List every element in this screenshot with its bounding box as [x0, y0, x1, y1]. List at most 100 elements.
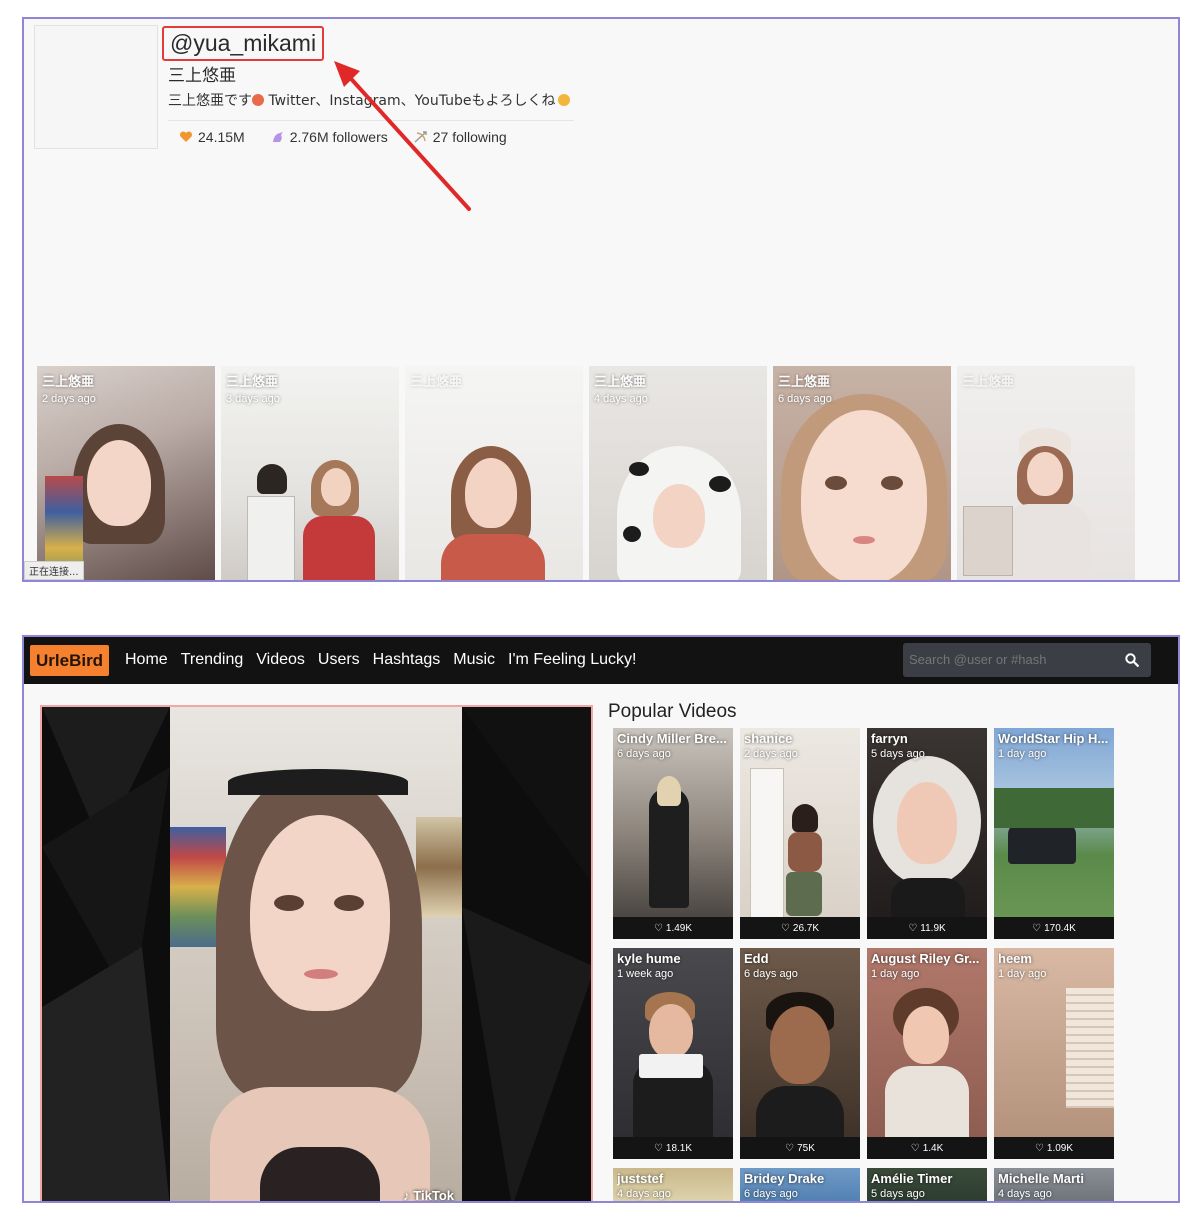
- nav-link-music[interactable]: Music: [453, 651, 495, 669]
- likes-count: 170.4K: [1044, 922, 1076, 934]
- likes-count: 75K: [797, 1142, 815, 1154]
- video-time: 6 days ago: [778, 393, 832, 405]
- likes-bar: ♡ 170.4K: [994, 917, 1114, 939]
- heart-icon: [179, 131, 193, 142]
- likes-bar: ♡ 26.7K: [740, 917, 860, 939]
- likes-count: 11.9K: [920, 922, 946, 934]
- video-time: 3 days ago: [226, 393, 280, 405]
- urlebird-screenshot: UrleBird Home Trending Videos Users Hash…: [22, 635, 1180, 1203]
- heart-outline-icon: ♡: [908, 922, 918, 934]
- video-card[interactable]: Bridey Drake 6 days ago: [740, 1168, 860, 1201]
- heart-outline-icon: ♡: [910, 1142, 920, 1154]
- profile-video-card[interactable]: 三上悠亜: [957, 366, 1135, 580]
- nav-link-feeling-lucky[interactable]: I'm Feeling Lucky!: [508, 651, 636, 669]
- video-frame: ♪ TikTok: [170, 707, 462, 1203]
- video-author: Bridey Drake: [744, 1171, 825, 1186]
- video-author: farryn: [871, 731, 908, 746]
- tiktok-watermark: ♪ TikTok: [403, 1188, 454, 1203]
- video-author: heem: [998, 951, 1032, 966]
- nav-link-users[interactable]: Users: [318, 651, 360, 669]
- popular-videos-grid: Cindy Miller Bre... 6 days ago ♡ 1.49K sh…: [613, 728, 1114, 1201]
- video-author: Amélie Timer: [871, 1171, 953, 1186]
- nav-link-videos[interactable]: Videos: [256, 651, 305, 669]
- video-author: 三上悠亜: [778, 375, 831, 390]
- heart-outline-icon: ♡: [780, 922, 790, 934]
- video-author: kyle hume: [617, 951, 681, 966]
- video-time: 1 day ago: [871, 968, 920, 980]
- browser-status-bar: 正在连接...: [24, 561, 84, 580]
- profile-video-card[interactable]: 三上悠亜: [405, 366, 583, 580]
- popular-videos-heading: Popular Videos: [608, 701, 737, 722]
- video-card[interactable]: Amélie Timer 5 days ago: [867, 1168, 987, 1201]
- annotation-arrow: [334, 61, 471, 211]
- likes-count: 24.15M: [198, 129, 245, 145]
- video-time: 6 days ago: [744, 1188, 798, 1200]
- likes-count: 18.1K: [665, 1142, 693, 1154]
- nav-link-home[interactable]: Home: [125, 651, 168, 669]
- likes-count: 1.09K: [1046, 1142, 1074, 1154]
- video-time: 6 days ago: [744, 968, 798, 980]
- video-card[interactable]: juststef 4 days ago: [613, 1168, 733, 1201]
- video-author: 三上悠亜: [42, 375, 95, 390]
- video-time: 4 days ago: [617, 1188, 671, 1200]
- video-author: 三上悠亜: [226, 375, 279, 390]
- nav-link-hashtags[interactable]: Hashtags: [373, 651, 441, 669]
- likes-bar: ♡ 18.1K: [613, 1137, 733, 1159]
- likes-count: 1.49K: [665, 922, 693, 934]
- video-author: 三上悠亜: [594, 375, 647, 390]
- likes-bar: ♡ 1.4K: [867, 1137, 987, 1159]
- video-time: 1 day ago: [998, 968, 1047, 980]
- profile-video-card[interactable]: 三上悠亜 2 days ago: [37, 366, 215, 580]
- video-time: 2 days ago: [744, 748, 798, 760]
- video-card[interactable]: Edd 6 days ago ♡ 75K: [740, 948, 860, 1159]
- profile-video-card[interactable]: 三上悠亜 4 days ago: [589, 366, 767, 580]
- watermark-text: TikTok: [413, 1188, 454, 1203]
- site-logo[interactable]: UrleBird: [30, 645, 110, 676]
- video-time: 4 days ago: [998, 1188, 1052, 1200]
- profile-video-card[interactable]: 三上悠亜 3 days ago: [221, 366, 399, 580]
- search-icon[interactable]: [1125, 653, 1139, 667]
- top-navbar: UrleBird Home Trending Videos Users Hash…: [24, 637, 1178, 684]
- video-card[interactable]: shanice 2 days ago ♡ 26.7K: [740, 728, 860, 939]
- likes-bar: ♡ 11.9K: [867, 917, 987, 939]
- video-card[interactable]: August Riley Gr... 1 day ago ♡ 1.4K: [867, 948, 987, 1159]
- video-time: 4 days ago: [594, 393, 648, 405]
- nav-link-trending[interactable]: Trending: [181, 651, 244, 669]
- cat-emoji-icon: [557, 94, 570, 106]
- video-author: shanice: [744, 731, 793, 746]
- heart-outline-icon: ♡: [1034, 1142, 1044, 1154]
- video-time: 5 days ago: [871, 1188, 925, 1200]
- heart-outline-icon: ♡: [653, 1142, 663, 1154]
- profile-video-row: 三上悠亜 2 days ago 三上悠亜 3 days ago 三上悠亜 三上悠…: [37, 366, 1135, 580]
- likes-bar: ♡ 1.49K: [613, 917, 733, 939]
- nav-links: Home Trending Videos Users Hashtags Musi…: [125, 651, 636, 669]
- video-time: 1 day ago: [998, 748, 1047, 760]
- username-highlight-box: @yua_mikami: [162, 26, 325, 61]
- likes-count: 26.7K: [792, 922, 820, 934]
- likes-stat: 24.15M: [179, 129, 245, 145]
- peach-emoji-icon: [252, 94, 264, 106]
- likes-bar: ♡ 1.09K: [994, 1137, 1114, 1159]
- video-author: 三上悠亜: [410, 375, 463, 390]
- bio-text-1: 三上悠亜です: [168, 93, 252, 109]
- profile-screenshot: @yua_mikami 三上悠亜 三上悠亜です Twitter、Instagra…: [22, 17, 1180, 582]
- avatar[interactable]: [34, 25, 158, 149]
- video-player[interactable]: ♪ TikTok: [40, 705, 593, 1203]
- video-author: juststef: [617, 1171, 664, 1186]
- video-card[interactable]: farryn 5 days ago ♡ 11.9K: [867, 728, 987, 939]
- video-card[interactable]: Cindy Miller Bre... 6 days ago ♡ 1.49K: [613, 728, 733, 939]
- likes-count: 1.4K: [922, 1142, 944, 1154]
- video-card[interactable]: kyle hume 1 week ago ♡ 18.1K: [613, 948, 733, 1159]
- video-time: 6 days ago: [617, 748, 671, 760]
- heart-outline-icon: ♡: [653, 922, 663, 934]
- username[interactable]: @yua_mikami: [170, 30, 316, 56]
- video-time: 5 days ago: [871, 748, 925, 760]
- video-author: Cindy Miller Bre...: [617, 731, 727, 746]
- video-author: WorldStar Hip H...: [998, 731, 1109, 746]
- video-card[interactable]: WorldStar Hip H... 1 day ago ♡ 170.4K: [994, 728, 1114, 939]
- search-input[interactable]: [909, 652, 1109, 667]
- video-author: 三上悠亜: [962, 375, 1015, 390]
- profile-video-card[interactable]: 三上悠亜 6 days ago: [773, 366, 951, 580]
- video-card[interactable]: heem 1 day ago ♡ 1.09K: [994, 948, 1114, 1159]
- video-card[interactable]: Michelle Marti 4 days ago: [994, 1168, 1114, 1201]
